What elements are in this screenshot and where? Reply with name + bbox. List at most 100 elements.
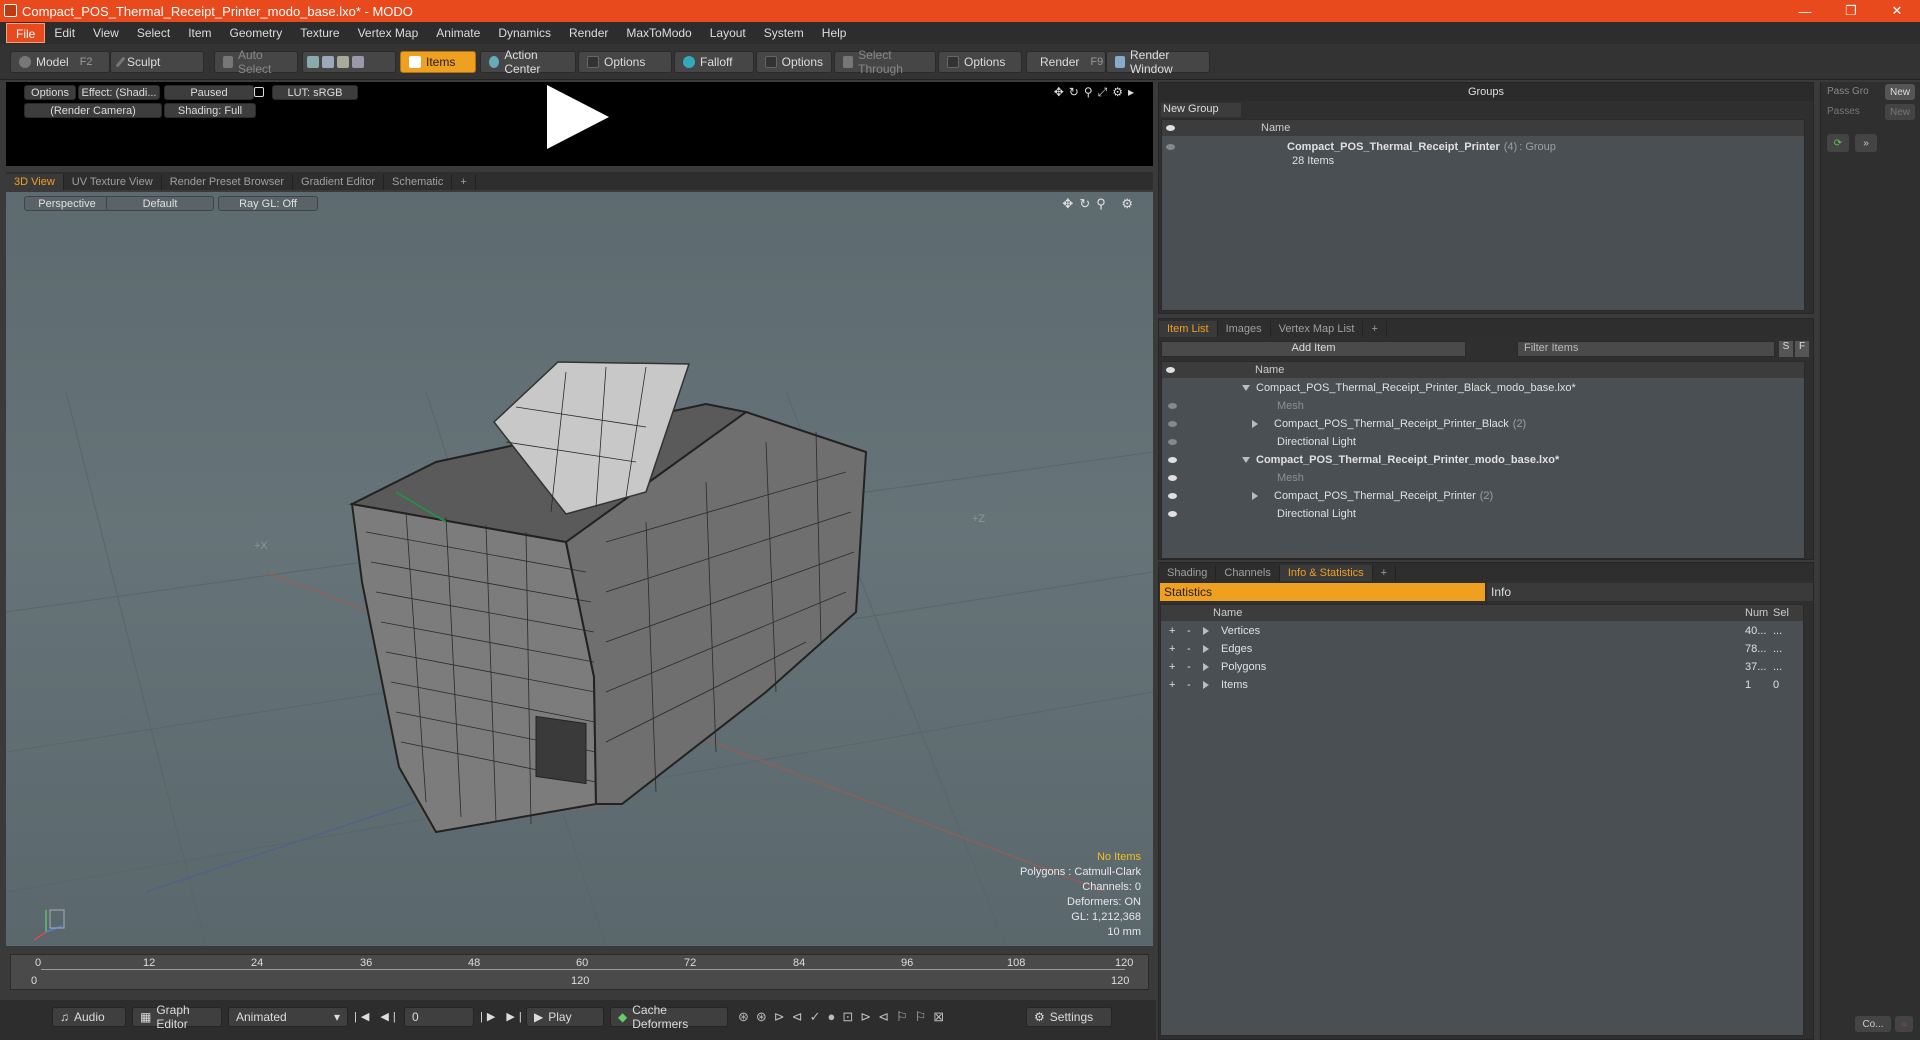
expand-arrow-icon[interactable] <box>1252 420 1258 428</box>
maximize-button[interactable]: ❐ <box>1828 0 1874 22</box>
settings-button[interactable]: ⚙ Settings <box>1026 1007 1112 1027</box>
visibility-eye-icon[interactable] <box>1168 475 1177 481</box>
menu-render[interactable]: Render <box>560 23 617 43</box>
close-button[interactable]: ✕ <box>1874 0 1920 22</box>
3d-viewport[interactable]: Perspective Default Ray GL: Off ✥↻⚲ ⚙ +X… <box>6 192 1153 946</box>
scene-row[interactable]: Compact_POS_Thermal_Receipt_Printer_modo… <box>1162 451 1804 469</box>
tab-uv-texture-view[interactable]: UV Texture View <box>64 174 162 190</box>
select-options-button[interactable]: Options <box>938 51 1022 73</box>
audio-button[interactable]: ♫ Audio <box>52 1007 126 1027</box>
s-toggle-button[interactable]: S <box>1779 341 1793 357</box>
expand-arrow-icon[interactable] <box>1203 645 1209 653</box>
falloff-options-button[interactable]: Options <box>756 51 832 73</box>
select-through-button[interactable]: Select Through <box>834 48 936 76</box>
light-row[interactable]: Directional Light <box>1162 433 1804 451</box>
expand-icon[interactable]: » <box>1855 134 1877 152</box>
action-center-options-button[interactable]: Options <box>578 51 672 73</box>
tab-shading[interactable]: Shading <box>1159 565 1217 581</box>
expand-arrow-icon[interactable] <box>1203 627 1209 635</box>
expand-arrow-icon[interactable] <box>1203 663 1209 671</box>
add-tab-button[interactable]: + <box>452 174 476 190</box>
statistics-header[interactable]: Statistics <box>1160 583 1485 601</box>
menu-animate[interactable]: Animate <box>427 23 489 43</box>
menu-maxtomodo[interactable]: MaxToModo <box>617 23 700 43</box>
stats-row-edges[interactable]: + - Edges 78...... <box>1161 640 1803 658</box>
light-row[interactable]: Directional Light <box>1162 505 1804 523</box>
tab-render-preset-browser[interactable]: Render Preset Browser <box>162 174 294 190</box>
stats-row-items[interactable]: + - Items 1 0 <box>1161 676 1803 694</box>
graph-editor-button[interactable]: ▦ Graph Editor <box>132 1003 222 1031</box>
tab-channels[interactable]: Channels <box>1216 565 1280 581</box>
expand-arrow-icon[interactable] <box>1242 385 1250 391</box>
visibility-eye-icon[interactable] <box>1168 421 1177 427</box>
preview-camera-dropdown[interactable]: (Render Camera) <box>24 103 162 118</box>
menu-system[interactable]: System <box>755 23 813 43</box>
record-icon[interactable]: ○ <box>1895 1016 1913 1032</box>
tab-item-list[interactable]: Item List <box>1159 321 1218 337</box>
info-header[interactable]: Info <box>1487 583 1813 601</box>
render-button[interactable]: Render F9 <box>1026 51 1106 73</box>
new-pass-group-button[interactable]: New <box>1885 84 1915 100</box>
next-key-icons[interactable]: |▶ ▶| <box>480 1010 526 1023</box>
visibility-eye-icon[interactable] <box>1168 493 1177 499</box>
cache-deformers-button[interactable]: ◆ Cache Deformers <box>610 1003 728 1031</box>
mesh-group-row[interactable]: Compact_POS_Thermal_Receipt_Printer_Blac… <box>1162 415 1804 433</box>
f-toggle-button[interactable]: F <box>1795 341 1809 357</box>
add-tab-button[interactable]: + <box>1363 321 1387 337</box>
visibility-eye-icon[interactable] <box>1168 457 1177 463</box>
filter-items-input[interactable]: Filter Items <box>1517 341 1775 357</box>
mesh-row[interactable]: Mesh <box>1162 469 1804 487</box>
visibility-eye-icon[interactable] <box>1168 403 1177 409</box>
items-mode-button[interactable]: Items <box>400 51 476 73</box>
play-button[interactable]: ▶ Play <box>526 1007 604 1027</box>
vertices-mode-icon[interactable] <box>307 56 319 68</box>
refresh-icon[interactable]: ⟳ <box>1827 134 1849 152</box>
menu-view[interactable]: View <box>84 23 128 43</box>
auto-select-button[interactable]: Auto Select <box>214 48 298 76</box>
stats-row-polygons[interactable]: + - Polygons 37...... <box>1161 658 1803 676</box>
menu-item[interactable]: Item <box>179 23 220 43</box>
mesh-group-row[interactable]: Compact_POS_Thermal_Receipt_Printer (2) <box>1162 487 1804 505</box>
add-item-dropdown[interactable]: Add Item <box>1161 341 1466 357</box>
sculpt-mode-button[interactable]: Sculpt <box>110 51 204 73</box>
action-center-button[interactable]: Action Center <box>480 48 576 76</box>
falloff-button[interactable]: Falloff <box>674 51 754 73</box>
preview-shading-dropdown[interactable]: Shading: Full <box>164 103 256 118</box>
menu-geometry[interactable]: Geometry <box>221 23 292 43</box>
menu-vertex-map[interactable]: Vertex Map <box>349 23 428 43</box>
minimize-button[interactable]: — <box>1782 0 1828 22</box>
expand-arrow-icon[interactable] <box>1242 457 1250 463</box>
preview-effect-dropdown[interactable]: Effect: (Shadi... <box>78 85 160 100</box>
animated-dropdown[interactable]: Animated ▾ <box>228 1007 348 1027</box>
lock-icon[interactable] <box>254 87 264 97</box>
play-icon[interactable] <box>547 85 609 149</box>
preview-nav-icons[interactable]: ✥↻⚲⤢⚙▸ <box>1054 85 1139 100</box>
timeline-ruler[interactable]: 0 12 24 36 48 60 72 84 96 108 120 0 120 … <box>10 954 1149 990</box>
menu-layout[interactable]: Layout <box>701 23 755 43</box>
frame-field[interactable]: 0 <box>404 1007 474 1027</box>
expand-arrow-icon[interactable] <box>1203 681 1209 689</box>
expand-arrow-icon[interactable] <box>1252 492 1258 500</box>
visibility-eye-icon[interactable] <box>1168 439 1177 445</box>
tab-vertex-map-list[interactable]: Vertex Map List <box>1271 321 1364 337</box>
key-tool-icons[interactable]: ⊛⊛⊳⊲✓●⊡⊳⊲⚐⚐⊠ <box>738 1009 951 1025</box>
tab-3d-view[interactable]: 3D View <box>6 174 64 190</box>
tab-images[interactable]: Images <box>1218 321 1271 337</box>
menu-file[interactable]: File <box>6 23 46 43</box>
visibility-eye-icon[interactable] <box>1168 511 1177 517</box>
prev-key-icons[interactable]: |◀ ◀| <box>354 1010 400 1023</box>
visibility-eye-icon[interactable] <box>1166 144 1175 150</box>
menu-help[interactable]: Help <box>813 23 856 43</box>
scene-row[interactable]: Compact_POS_Thermal_Receipt_Printer_Blac… <box>1162 379 1804 397</box>
preview-lut-dropdown[interactable]: LUT: sRGB <box>272 85 358 100</box>
tab-info-statistics[interactable]: Info & Statistics <box>1279 565 1373 581</box>
new-pass-button[interactable]: New <box>1885 104 1915 120</box>
timeline[interactable]: 0 12 24 36 48 60 72 84 96 108 120 0 120 … <box>6 950 1153 994</box>
tab-gradient-editor[interactable]: Gradient Editor <box>293 174 384 190</box>
materials-mode-icon[interactable] <box>352 56 364 68</box>
tab-schematic[interactable]: Schematic <box>384 174 453 190</box>
stats-row-vertices[interactable]: + - Vertices 40...... <box>1161 622 1803 640</box>
render-window-button[interactable]: Render Window <box>1106 48 1210 76</box>
model-mode-button[interactable]: Model F2 <box>10 51 110 73</box>
polygons-mode-icon[interactable] <box>337 56 349 68</box>
